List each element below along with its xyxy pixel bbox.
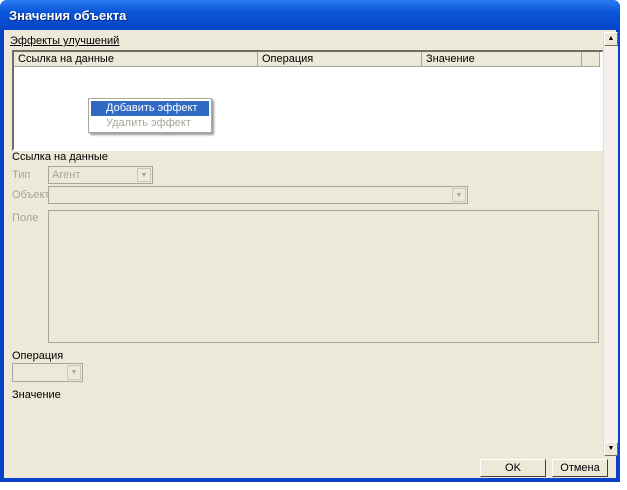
chevron-down-icon[interactable]: ▼ <box>67 365 81 380</box>
chevron-down-icon[interactable]: ▼ <box>137 168 151 182</box>
column-header-value[interactable]: Значение <box>422 52 582 67</box>
type-combo[interactable]: Агент ▼ <box>48 166 153 184</box>
value-label: Значение <box>12 389 61 401</box>
cancel-button[interactable]: Отмена <box>552 459 608 477</box>
operation-combo[interactable]: ▼ <box>12 363 83 382</box>
menu-item-add-effect[interactable]: Добавить эффект <box>91 101 209 116</box>
operation-label: Операция <box>12 350 64 362</box>
vertical-scrollbar[interactable]: ▲ ▼ <box>603 32 618 456</box>
type-label: Тип <box>12 169 31 181</box>
dialog-client: Эффекты улучшений Ссылка на данные Опера… <box>4 30 618 478</box>
column-header-operation[interactable]: Операция <box>258 52 422 67</box>
object-label: Объект <box>12 189 50 201</box>
field-label: Поле <box>12 212 39 224</box>
data-ref-label: Ссылка на данные <box>12 151 108 163</box>
title-bar[interactable]: Значения объекта <box>0 0 620 30</box>
field-box[interactable] <box>48 210 599 343</box>
scroll-down-icon[interactable]: ▼ <box>604 442 618 456</box>
scroll-up-icon[interactable]: ▲ <box>604 32 618 46</box>
chevron-down-icon[interactable]: ▼ <box>452 188 466 202</box>
column-header-filler <box>582 52 600 67</box>
column-header-data-ref[interactable]: Ссылка на данные <box>14 52 258 67</box>
menu-item-delete-effect[interactable]: Удалить эффект <box>91 116 209 131</box>
effects-label: Эффекты улучшений <box>10 35 120 47</box>
ok-button[interactable]: OK <box>480 459 546 477</box>
window-title: Значения объекта <box>9 8 127 23</box>
context-menu: Добавить эффект Удалить эффект <box>88 98 212 133</box>
type-value: Агент <box>52 169 81 181</box>
dialog-window: Значения объекта Эффекты улучшений Ссылк… <box>0 0 620 482</box>
object-combo[interactable]: ▼ <box>48 186 468 204</box>
